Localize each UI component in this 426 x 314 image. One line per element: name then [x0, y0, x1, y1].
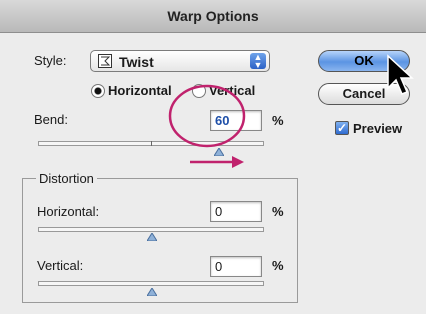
horizontal-radio-label[interactable]: Horizontal — [108, 83, 172, 98]
vertical-distortion-field[interactable]: 0 — [210, 256, 262, 277]
vertical-radio[interactable] — [192, 84, 206, 98]
preview-checkbox[interactable]: ✓ — [335, 121, 349, 135]
horizontal-distortion-field[interactable]: 0 — [210, 201, 262, 222]
cancel-button[interactable]: Cancel — [318, 83, 410, 105]
bend-value-field[interactable]: 60 — [210, 110, 262, 131]
vertical-distortion-unit: % — [272, 258, 284, 273]
horizontal-distortion-label: Horizontal: — [37, 204, 100, 219]
chevron-updown-icon: ▲ ▼ — [250, 53, 266, 70]
bend-unit: % — [272, 113, 284, 128]
style-popup[interactable]: Twist ▲ ▼ — [90, 50, 270, 72]
horizontal-distortion-slider-track[interactable] — [38, 227, 264, 232]
bend-slider-thumb[interactable] — [214, 148, 224, 156]
bend-slider-center-tick — [151, 141, 152, 146]
preview-label[interactable]: Preview — [353, 121, 402, 136]
horizontal-distortion-slider-thumb[interactable] — [147, 233, 157, 241]
style-label: Style: — [34, 53, 67, 68]
dialog-title-bar: Warp Options — [0, 0, 426, 33]
dialog-title: Warp Options — [167, 8, 259, 24]
vertical-distortion-label: Vertical: — [37, 258, 84, 273]
style-value: Twist — [119, 54, 154, 70]
vertical-radio-label[interactable]: Vertical — [209, 83, 255, 98]
ok-button[interactable]: OK — [318, 50, 410, 72]
horizontal-radio[interactable] — [91, 84, 105, 98]
bend-label: Bend: — [34, 112, 68, 127]
horizontal-distortion-unit: % — [272, 204, 284, 219]
vertical-distortion-slider-thumb[interactable] — [147, 288, 157, 296]
distortion-group-label: Distortion — [36, 171, 97, 186]
warp-style-icon — [98, 54, 112, 68]
vertical-distortion-slider-track[interactable] — [38, 281, 264, 286]
